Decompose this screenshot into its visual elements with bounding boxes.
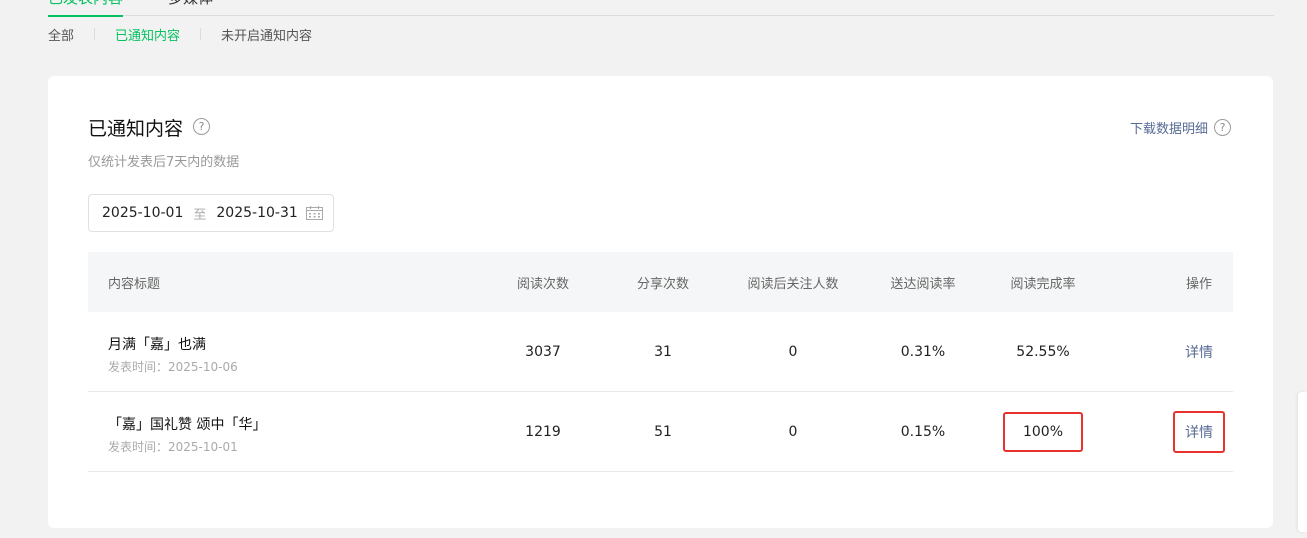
cell-complete: 52.55% [1016,343,1070,360]
top-tabs: 已发表内容 多媒体 [48,0,1274,17]
divider [200,28,202,40]
cell-op: 详情 [1159,392,1239,471]
row-title-cell: 月满「嘉」也满 发表时间：2025-10-06 [108,334,238,375]
tab-multimedia[interactable]: 多媒体 [168,0,213,16]
cell-read: 1219 [525,423,561,440]
floating-side-panel[interactable] [1298,392,1307,532]
content-card: 已通知内容 ? 仅统计发表后7天内的数据 下载数据明细 ? 2025-10-01… [48,76,1273,528]
download-details-link[interactable]: 下载数据明细 ? [1130,118,1231,137]
row-title-cell: 「嘉」国礼赞 颂中「华」 发表时间：2025-10-01 [108,414,266,455]
header-title: 内容标题 [108,276,161,292]
complete-value: 100% [1022,423,1064,440]
download-label: 下载数据明细 [1129,122,1208,137]
cell-deliver: 0.31% [900,343,946,360]
row-date: 发表时间：2025-10-06 [108,360,238,374]
row-date: 发表时间：2025-10-01 [108,440,238,454]
content-table: 内容标题 阅读次数 分享次数 阅读后关注人数 送达阅读率 阅读完成率 操作 月满… [88,252,1233,472]
cell-follow: 0 [788,423,798,440]
cell-share: 51 [654,423,672,440]
end-date[interactable]: 2025-10-31 [216,205,297,221]
cell-complete: 100% [993,392,1093,471]
header-read: 阅读次数 [516,276,569,292]
subtab-all[interactable]: 全部 [48,25,74,44]
cell-op: 详情 [1159,312,1239,391]
header-complete: 阅读完成率 [1010,276,1076,292]
table-row: 「嘉」国礼赞 颂中「华」 发表时间：2025-10-01 1219 51 0 0… [88,392,1233,472]
row-title[interactable]: 月满「嘉」也满 [108,334,238,354]
highlight-box: 详情 [1173,410,1225,453]
start-date[interactable]: 2025-10-01 [102,205,183,221]
cell-deliver: 0.15% [900,423,946,440]
divider [94,28,96,40]
subtab-notified[interactable]: 已通知内容 [115,25,180,44]
help-icon[interactable]: ? [193,118,210,135]
row-title[interactable]: 「嘉」国礼赞 颂中「华」 [108,414,266,434]
cell-read: 3037 [525,343,561,360]
subtab-not-notified[interactable]: 未开启通知内容 [221,25,312,44]
cell-share: 31 [654,343,672,360]
date-separator: 至 [193,207,207,223]
table-header: 内容标题 阅读次数 分享次数 阅读后关注人数 送达阅读率 阅读完成率 操作 [88,252,1233,312]
table-row: 月满「嘉」也满 发表时间：2025-10-06 3037 31 0 0.31% … [88,312,1233,392]
highlight-box: 100% [1003,411,1083,452]
cell-follow: 0 [788,343,798,360]
header-op: 操作 [1185,276,1212,292]
calendar-icon[interactable] [306,206,323,220]
header-deliver: 送达阅读率 [890,276,956,292]
tab-published-content[interactable]: 已发表内容 [48,0,124,17]
details-link[interactable]: 详情 [1185,342,1213,362]
details-link[interactable]: 详情 [1185,422,1213,442]
date-range-picker[interactable]: 2025-10-01 至 2025-10-31 [88,194,334,232]
card-subtitle: 仅统计发表后7天内的数据 [88,155,240,170]
sub-tabs: 全部 已通知内容 未开启通知内容 [48,24,312,44]
header-follow: 阅读后关注人数 [747,276,839,292]
card-title: 已通知内容 [88,118,184,140]
header-share: 分享次数 [636,276,689,292]
help-icon[interactable]: ? [1214,119,1231,136]
